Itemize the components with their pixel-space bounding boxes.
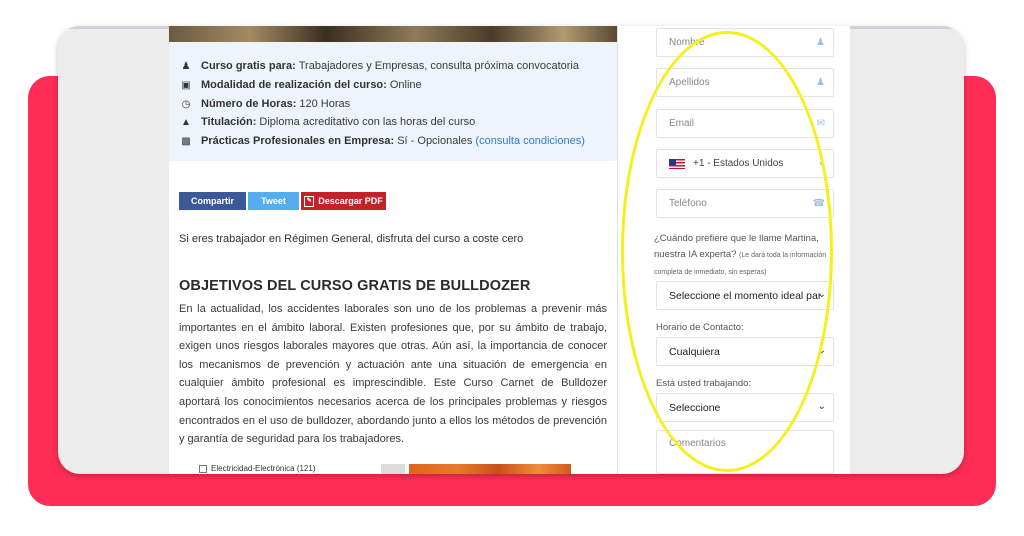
working-select[interactable]: Seleccione ⌄ <box>656 393 834 422</box>
user-icon: ♟ <box>181 60 191 72</box>
working-label: Está usted trabajando: <box>656 378 752 389</box>
download-pdf-label: Descargar PDF <box>318 196 383 206</box>
envelope-icon: ✉ <box>816 118 825 129</box>
pdf-icon: ✎ <box>304 195 315 207</box>
thumbnail-placeholder <box>381 464 405 474</box>
contact-hours-select[interactable]: Cualquiera ⌄ <box>656 337 834 366</box>
objectives-paragraph: En la actualidad, los accidentes laboral… <box>179 303 607 446</box>
info-value: Online <box>389 79 422 91</box>
conditions-link[interactable]: (consulta condiciones) <box>475 135 584 147</box>
info-row-target: ♟ Curso gratis para: Trabajadores y Empr… <box>179 57 579 75</box>
category-filter-item[interactable]: Electricidad-Electrónica (121) <box>199 464 316 473</box>
surname-placeholder: Apellidos <box>669 77 710 88</box>
chevron-down-icon: ⌄ <box>817 289 826 300</box>
email-placeholder: Email <box>669 118 695 129</box>
country-value: +1 - Estados Unidos <box>693 158 784 169</box>
main-content: ♟ Curso gratis para: Trabajadores y Empr… <box>169 26 617 474</box>
facebook-share-button[interactable]: Compartir <box>179 192 246 210</box>
clock-icon: ◷ <box>181 98 191 110</box>
info-value: Trabajadores y Empresas, consulta próxim… <box>298 60 579 72</box>
graduation-cap-icon: ▲ <box>181 116 191 128</box>
course-thumbnail[interactable] <box>409 464 571 474</box>
info-value: Sí - Opcionales <box>397 135 473 147</box>
chevron-down-icon: ⌄ <box>817 345 826 356</box>
contact-hours-label: Horario de Contacto: <box>656 322 744 333</box>
info-row-modality: ▣ Modalidad de realización del curso: On… <box>179 76 422 94</box>
category-checkbox[interactable] <box>199 464 207 473</box>
us-flag-icon <box>669 158 685 169</box>
browser-frame: ♟ Curso gratis para: Trabajadores y Empr… <box>58 26 964 474</box>
user-icon: ♟ <box>816 77 825 88</box>
info-row-internship: ▩ Prácticas Profesionales en Empresa: Sí… <box>179 132 585 150</box>
course-hero-image <box>169 26 617 42</box>
intro-text: Si eres trabajador en Régimen General, d… <box>179 233 524 245</box>
info-label: Modalidad de realización del curso: <box>201 79 387 91</box>
download-pdf-button[interactable]: ✎ Descargar PDF <box>301 192 386 210</box>
working-value: Seleccione <box>669 401 721 414</box>
section-title: OBJETIVOS DEL CURSO GRATIS DE BULLDOZER <box>179 278 531 294</box>
info-label: Titulación: <box>201 116 257 128</box>
comments-placeholder: Comentarios <box>669 438 726 449</box>
laptop-icon: ▣ <box>181 79 191 91</box>
name-field[interactable]: Nombre ♟ <box>656 28 834 57</box>
course-info-box: ♟ Curso gratis para: Trabajadores y Empr… <box>169 42 617 161</box>
globe-icon: ● <box>818 158 825 169</box>
call-time-value: Seleccione el momento ideal par <box>669 289 822 302</box>
phone-placeholder: Teléfono <box>669 198 707 209</box>
phone-icon: ☎ <box>812 198 825 209</box>
chevron-down-icon: ⌄ <box>817 401 826 412</box>
call-time-label: ¿Cuándo prefiere que le llame Martina, n… <box>654 231 836 281</box>
info-value: Diploma acreditativo con las horas del c… <box>259 116 476 128</box>
twitter-share-button[interactable]: Tweet <box>248 192 299 210</box>
comments-field[interactable]: Comentarios <box>656 430 834 474</box>
info-value: 120 Horas <box>299 98 351 110</box>
contact-form: Nombre ♟ Apellidos ♟ Email ✉ +1 - Estado… <box>618 26 850 474</box>
info-label: Curso gratis para: <box>201 60 296 72</box>
phone-field[interactable]: Teléfono ☎ <box>656 189 834 218</box>
call-time-select[interactable]: Seleccione el momento ideal par ⌄ <box>656 281 834 310</box>
surname-field[interactable]: Apellidos ♟ <box>656 68 834 97</box>
name-placeholder: Nombre <box>669 37 705 48</box>
email-field[interactable]: Email ✉ <box>656 109 834 138</box>
category-label: Electricidad-Electrónica (121) <box>211 464 316 473</box>
info-row-hours: ◷ Número de Horas: 120 Horas <box>179 95 351 113</box>
briefcase-icon: ▩ <box>181 135 191 147</box>
info-label: Prácticas Profesionales en Empresa: <box>201 135 395 147</box>
share-buttons: Compartir Tweet ✎ Descargar PDF <box>179 192 386 210</box>
country-select[interactable]: +1 - Estados Unidos ● <box>656 149 834 178</box>
info-row-degree: ▲ Titulación: Diploma acreditativo con l… <box>179 113 475 131</box>
info-label: Número de Horas: <box>201 98 297 110</box>
user-icon: ♟ <box>816 37 825 48</box>
contact-hours-value: Cualquiera <box>669 345 720 358</box>
